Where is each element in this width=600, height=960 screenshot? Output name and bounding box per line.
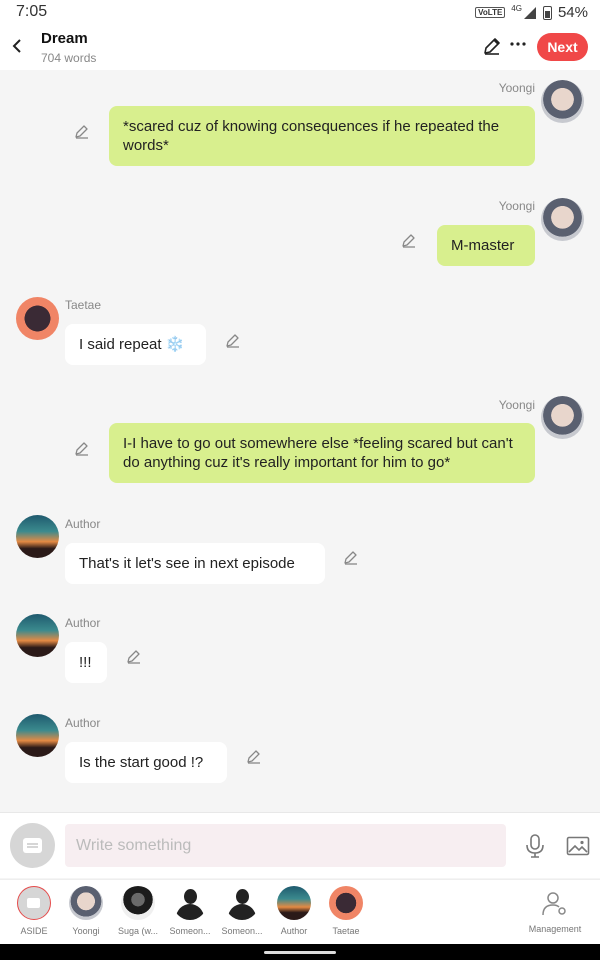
sender-name: Yoongi	[498, 81, 535, 95]
edit-message-icon[interactable]	[343, 549, 359, 565]
edit-message-icon[interactable]	[225, 332, 241, 348]
message-bubble[interactable]: I-I have to go out somewhere else *feeli…	[109, 423, 535, 483]
avatar	[121, 886, 155, 920]
status-icons: VoLTE 4G 54%	[475, 4, 588, 21]
sender-name: Author	[65, 517, 101, 531]
edit-message-icon[interactable]	[401, 232, 417, 248]
character-name: Suga (w...	[117, 926, 159, 936]
message-bubble[interactable]: That's it let's see in next episode	[65, 543, 325, 584]
character-item[interactable]: Suga (w...	[112, 886, 164, 936]
status-time: 7:05	[16, 3, 48, 20]
edit-message-icon[interactable]	[246, 748, 262, 764]
image-button[interactable]	[566, 835, 590, 857]
message-bubble[interactable]: Is the start good !?	[65, 742, 227, 783]
silhouette-avatar	[173, 886, 207, 920]
management-label: Management	[528, 924, 582, 934]
chat-area[interactable]: Yoongi *scared cuz of knowing consequenc…	[0, 70, 600, 812]
sender-name: Author	[65, 616, 101, 630]
signal-icon	[523, 6, 536, 19]
message-item[interactable]: Author That's it let's see in next episo…	[0, 506, 600, 596]
message-bubble[interactable]: *scared cuz of knowing consequences if h…	[109, 106, 535, 166]
edit-message-icon[interactable]	[74, 440, 90, 456]
message-item[interactable]: Yoongi I-I have to go out somewhere else…	[0, 386, 600, 496]
sender-name: Taetae	[65, 298, 102, 312]
character-item[interactable]: ASIDE	[8, 886, 60, 936]
battery-level: 54%	[557, 4, 588, 21]
avatar[interactable]	[541, 396, 584, 439]
more-options-button[interactable]	[508, 34, 528, 54]
back-button[interactable]	[8, 34, 28, 58]
character-name: Someon...	[221, 926, 263, 936]
message-item[interactable]: Author !!!	[0, 606, 600, 696]
volte-badge: VoLTE	[475, 7, 506, 18]
message-bubble[interactable]: M-master	[437, 225, 535, 266]
battery-icon	[542, 5, 552, 20]
avatar[interactable]	[16, 614, 59, 657]
avatar	[69, 886, 103, 920]
avatar[interactable]	[541, 80, 584, 123]
sender-name: Author	[65, 716, 101, 730]
aside-toggle-button[interactable]	[10, 823, 55, 868]
message-bubble[interactable]: !!!	[65, 642, 107, 683]
mic-button[interactable]	[524, 833, 546, 859]
message-bubble[interactable]: I said repeat ❄️	[65, 324, 206, 365]
sender-name: Yoongi	[498, 398, 535, 412]
sender-name: Yoongi	[498, 199, 535, 213]
character-bar: ASIDE Yoongi Suga (w... Someon... Someon…	[0, 879, 600, 944]
avatar	[329, 886, 363, 920]
story-header: Dream 704 words Next	[0, 24, 600, 70]
character-name: Someon...	[169, 926, 211, 936]
character-item[interactable]: Yoongi	[60, 886, 112, 936]
edit-message-icon[interactable]	[126, 648, 142, 664]
character-item[interactable]: Someon...	[216, 886, 268, 936]
character-name: ASIDE	[20, 926, 48, 936]
aside-icon	[23, 838, 42, 853]
next-button[interactable]: Next	[537, 33, 588, 61]
character-item[interactable]: Author	[268, 886, 320, 936]
network-type: 4G	[511, 4, 522, 13]
message-item[interactable]: Author Is the start good !?	[0, 706, 600, 796]
story-title: Dream	[41, 30, 88, 47]
avatar[interactable]	[16, 714, 59, 757]
message-input[interactable]	[65, 824, 506, 867]
management-button[interactable]: Management	[524, 890, 586, 934]
character-name: Taetae	[332, 926, 360, 936]
word-count: 704 words	[41, 51, 97, 65]
user-settings-icon	[542, 892, 566, 916]
avatar[interactable]	[541, 198, 584, 241]
character-name: Yoongi	[72, 926, 100, 936]
edit-message-icon[interactable]	[74, 123, 90, 139]
status-bar: 7:05 VoLTE 4G 54%	[0, 0, 600, 24]
avatar[interactable]	[16, 515, 59, 558]
aside-avatar	[17, 886, 51, 920]
message-item[interactable]: Yoongi *scared cuz of knowing consequenc…	[0, 70, 600, 180]
composer	[0, 812, 600, 878]
edit-title-button[interactable]	[482, 36, 502, 56]
home-indicator[interactable]	[264, 951, 336, 954]
silhouette-avatar	[225, 886, 259, 920]
message-item[interactable]: Taetae I said repeat ❄️	[0, 288, 600, 378]
character-name: Author	[280, 926, 308, 936]
message-item[interactable]: Yoongi M-master	[0, 188, 600, 288]
system-nav-bar	[0, 944, 600, 960]
character-item[interactable]: Someon...	[164, 886, 216, 936]
avatar[interactable]	[16, 297, 59, 340]
character-item[interactable]: Taetae	[320, 886, 372, 936]
avatar	[277, 886, 311, 920]
